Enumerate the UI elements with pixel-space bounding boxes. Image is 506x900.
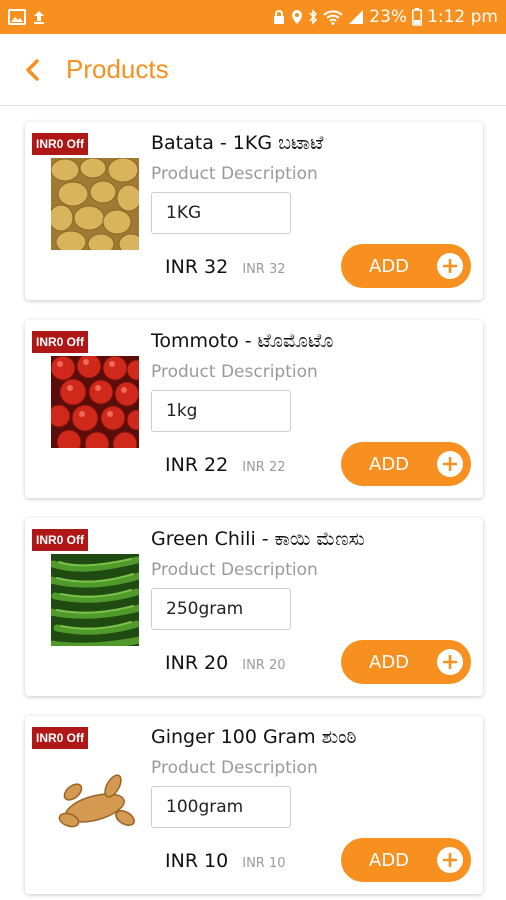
price-row: INR 20 INR 20 <box>165 652 286 674</box>
product-description: Product Description <box>151 362 318 382</box>
quantity-value: 1KG <box>166 203 202 223</box>
product-mrp: INR 20 <box>242 658 286 673</box>
product-image-tomato <box>51 356 139 448</box>
battery-icon <box>412 8 423 26</box>
product-description: Product Description <box>151 758 318 778</box>
add-button[interactable]: ADD <box>341 838 471 882</box>
quantity-select[interactable]: 250gram <box>151 588 291 630</box>
status-time: 1:12 pm <box>427 7 498 27</box>
quantity-select[interactable]: 1KG <box>151 192 291 234</box>
product-name: Ginger 100 Gram ಶುಂಠಿ <box>151 726 357 748</box>
product-mrp: INR 22 <box>242 460 286 475</box>
quantity-value: 1kg <box>166 401 198 421</box>
product-price: INR 20 <box>165 652 229 674</box>
add-button[interactable]: ADD <box>341 442 471 486</box>
signal-icon <box>348 9 364 25</box>
product-mrp: INR 32 <box>242 262 286 277</box>
product-card[interactable]: INR0 Off Tommoto - ಟೊಮೊಟೊ Product Descri… <box>25 320 483 498</box>
product-list: INR0 Off Batata - 1KG ಬಟಾಟೆ Product Desc… <box>0 106 506 894</box>
plus-icon <box>437 847 463 873</box>
status-right: 23% 1:12 pm <box>272 7 498 27</box>
status-left <box>8 9 46 25</box>
price-row: INR 10 INR 10 <box>165 850 286 872</box>
product-description: Product Description <box>151 164 318 184</box>
discount-badge: INR0 Off <box>32 133 88 155</box>
product-card[interactable]: INR0 Off Green Chili - ಕಾಯಿ ಮೆಣಸು Produc… <box>25 518 483 696</box>
add-button-label: ADD <box>369 255 410 277</box>
upload-icon <box>32 9 46 25</box>
product-price: INR 22 <box>165 454 229 476</box>
wifi-icon <box>323 9 343 25</box>
price-row: INR 32 INR 32 <box>165 256 286 278</box>
product-mrp: INR 10 <box>242 856 286 871</box>
product-image-potato <box>51 158 139 250</box>
discount-badge: INR0 Off <box>32 727 88 749</box>
add-button[interactable]: ADD <box>341 640 471 684</box>
chevron-left-icon <box>24 58 40 82</box>
product-card[interactable]: INR0 Off Ginger 100 Gram ಶುಂಠಿ Product D… <box>25 716 483 894</box>
discount-badge: INR0 Off <box>32 331 88 353</box>
plus-icon <box>437 451 463 477</box>
back-button[interactable] <box>24 58 40 82</box>
app-bar: Products <box>0 34 506 106</box>
quantity-value: 250gram <box>166 599 244 619</box>
plus-icon <box>437 253 463 279</box>
add-button-label: ADD <box>369 651 410 673</box>
add-button-label: ADD <box>369 849 410 871</box>
lock-icon <box>272 9 286 25</box>
status-bar: 23% 1:12 pm <box>0 0 506 34</box>
product-name: Batata - 1KG ಬಟಾಟೆ <box>151 132 324 154</box>
discount-badge: INR0 Off <box>32 529 88 551</box>
image-icon <box>8 9 26 25</box>
product-description: Product Description <box>151 560 318 580</box>
battery-percent: 23% <box>369 7 408 27</box>
add-button-label: ADD <box>369 453 410 475</box>
product-price: INR 10 <box>165 850 229 872</box>
quantity-value: 100gram <box>166 797 244 817</box>
product-image-green-chili <box>51 554 139 646</box>
product-card[interactable]: INR0 Off Batata - 1KG ಬಟಾಟೆ Product Desc… <box>25 122 483 300</box>
price-row: INR 22 INR 22 <box>165 454 286 476</box>
product-name: Green Chili - ಕಾಯಿ ಮೆಣಸು <box>151 528 365 550</box>
quantity-select[interactable]: 1kg <box>151 390 291 432</box>
product-image-ginger <box>51 752 139 844</box>
bluetooth-icon <box>308 9 318 25</box>
quantity-select[interactable]: 100gram <box>151 786 291 828</box>
product-name: Tommoto - ಟೊಮೊಟೊ <box>151 330 334 352</box>
location-icon <box>291 9 303 25</box>
plus-icon <box>437 649 463 675</box>
page-title: Products <box>66 54 169 84</box>
product-price: INR 32 <box>165 256 229 278</box>
add-button[interactable]: ADD <box>341 244 471 288</box>
